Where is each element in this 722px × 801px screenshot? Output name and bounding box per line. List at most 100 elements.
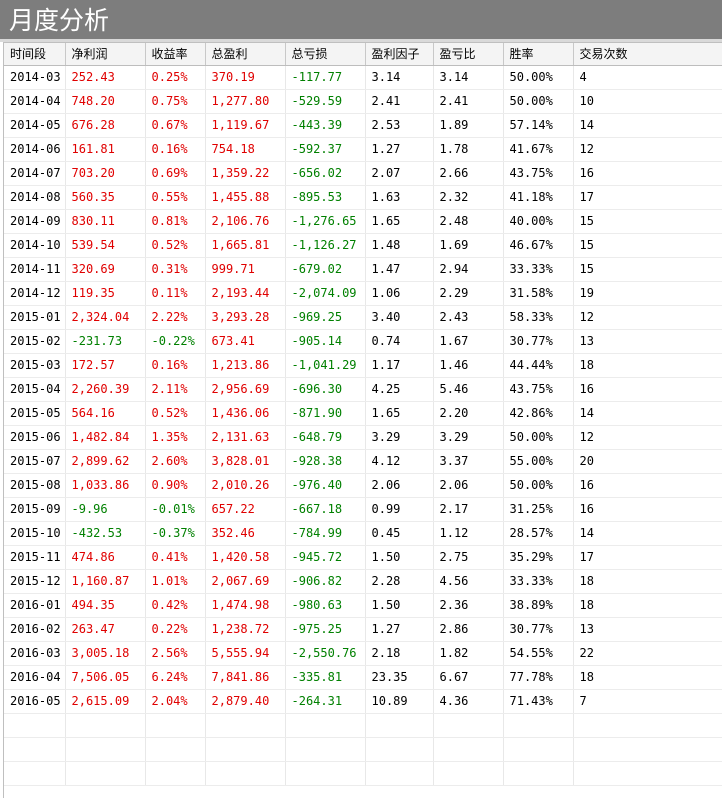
table-row[interactable]: 2015-06 1,482.84 1.35% 2,131.63 -648.79 3.29 3… [4,425,722,450]
table-row[interactable]: 2014-04 748.20 0.75% 1,277.80 -529.59 2.41 2.4… [4,89,722,114]
net-profit-cell: -432.53 [65,521,146,546]
empty-row [4,737,722,762]
empty-cell [433,713,504,738]
column-header-gross-loss[interactable]: 总亏损 [285,43,366,66]
return-rate-cell: 0.55% [145,185,206,210]
empty-cell [4,761,66,786]
table-row[interactable]: 2015-11 474.86 0.41% 1,420.58 -945.72 1.50 2.7… [4,545,722,570]
return-rate-cell: 0.81% [145,209,206,234]
table-row[interactable]: 2015-05 564.16 0.52% 1,436.06 -871.90 1.65 2.2… [4,401,722,426]
profit-factor-cell: 2.06 [365,473,434,498]
column-header-gross-profit[interactable]: 总盈利 [205,43,286,66]
win-loss-ratio-cell: 2.36 [433,593,504,618]
table-row[interactable]: 2014-03 252.43 0.25% 370.19 -117.77 3.14 3.14 5… [4,65,722,90]
empty-cell [503,761,574,786]
win-loss-ratio-cell: 3.37 [433,449,504,474]
table-row[interactable]: 2014-10 539.54 0.52% 1,665.81 -1,126.27 1.48 1… [4,233,722,258]
win-loss-ratio-cell: 2.43 [433,305,504,330]
table-row[interactable]: 2015-08 1,033.86 0.90% 2,010.26 -976.40 2.06 2… [4,473,722,498]
table-row[interactable]: 2016-02 263.47 0.22% 1,238.72 -975.25 1.27 2.8… [4,617,722,642]
trade-count-cell: 16 [573,497,722,522]
gross-profit-cell: 1,213.86 [205,353,286,378]
column-header-return-rate[interactable]: 收益率 [145,43,206,66]
table-row[interactable]: 2014-05 676.28 0.67% 1,119.67 -443.39 2.53 1.8… [4,113,722,138]
table-row[interactable]: 2015-10 -432.53 -0.37% 352.46 -784.99 0.45 1.1… [4,521,722,546]
return-rate-cell: -0.22% [145,329,206,354]
column-header-win-rate[interactable]: 胜率 [503,43,574,66]
gross-profit-cell: 673.41 [205,329,286,354]
win-loss-ratio-cell: 2.75 [433,545,504,570]
column-header-win-loss-ratio[interactable]: 盈亏比 [433,43,504,66]
monthly-analysis-grid[interactable]: 时间段 净利润 收益率 总盈利 总亏损 盈利因子 盈亏比 胜率 交易次数 201… [3,42,722,798]
monthly-analysis-table: 时间段 净利润 收益率 总盈利 总亏损 盈利因子 盈亏比 胜率 交易次数 201… [4,43,722,786]
period-cell: 2014-09 [4,209,66,234]
gross-loss-cell: -335.81 [285,665,366,690]
win-loss-ratio-cell: 2.94 [433,257,504,282]
table-row[interactable]: 2015-09 -9.96 -0.01% 657.22 -667.18 0.99 2.17 3… [4,497,722,522]
gross-profit-cell: 352.46 [205,521,286,546]
table-row[interactable]: 2015-04 2,260.39 2.11% 2,956.69 -696.30 4.25 5… [4,377,722,402]
trade-count-cell: 4 [573,65,722,90]
empty-cell [573,713,722,738]
table-row[interactable]: 2015-12 1,160.87 1.01% 2,067.69 -906.82 2.28 4… [4,569,722,594]
period-cell: 2015-02 [4,329,66,354]
table-row[interactable]: 2014-08 560.35 0.55% 1,455.88 -895.53 1.63 2.3… [4,185,722,210]
gross-loss-cell: -1,126.27 [285,233,366,258]
period-cell: 2016-01 [4,593,66,618]
gross-profit-cell: 1,238.72 [205,617,286,642]
net-profit-cell: 494.35 [65,593,146,618]
net-profit-cell: -231.73 [65,329,146,354]
table-row[interactable]: 2016-03 3,005.18 2.56% 5,555.94 -2,550.76 2.1… [4,641,722,666]
gross-profit-cell: 1,420.58 [205,545,286,570]
gross-loss-cell: -656.02 [285,161,366,186]
column-header-period[interactable]: 时间段 [4,43,66,66]
gross-loss-cell: -443.39 [285,113,366,138]
table-row[interactable]: 2014-11 320.69 0.31% 999.71 -679.02 1.47 2.94 3… [4,257,722,282]
profit-factor-cell: 1.50 [365,545,434,570]
win-rate-cell: 71.43% [503,689,574,714]
gross-loss-cell: -592.37 [285,137,366,162]
gross-loss-cell: -976.40 [285,473,366,498]
table-row[interactable]: 2015-01 2,324.04 2.22% 3,293.28 -969.25 3.40 2… [4,305,722,330]
win-loss-ratio-cell: 6.67 [433,665,504,690]
table-row[interactable]: 2016-04 7,506.05 6.24% 7,841.86 -335.81 23.35… [4,665,722,690]
gross-profit-cell: 2,106.76 [205,209,286,234]
table-row[interactable]: 2014-07 703.20 0.69% 1,359.22 -656.02 2.07 2.6… [4,161,722,186]
empty-cell [205,713,286,738]
gross-loss-cell: -975.25 [285,617,366,642]
table-row[interactable]: 2014-06 161.81 0.16% 754.18 -592.37 1.27 1.78 4… [4,137,722,162]
trade-count-cell: 14 [573,521,722,546]
profit-factor-cell: 2.18 [365,641,434,666]
table-row[interactable]: 2014-09 830.11 0.81% 2,106.76 -1,276.65 1.65 2… [4,209,722,234]
gross-profit-cell: 1,359.22 [205,161,286,186]
table-row[interactable]: 2016-05 2,615.09 2.04% 2,879.40 -264.31 10.89… [4,689,722,714]
period-cell: 2015-12 [4,569,66,594]
column-header-trade-count[interactable]: 交易次数 [573,43,722,66]
return-rate-cell: 0.16% [145,353,206,378]
profit-factor-cell: 2.41 [365,89,434,114]
gross-profit-cell: 657.22 [205,497,286,522]
table-row[interactable]: 2015-07 2,899.62 2.60% 3,828.01 -928.38 4.12 3… [4,449,722,474]
net-profit-cell: 320.69 [65,257,146,282]
table-row[interactable]: 2015-02 -231.73 -0.22% 673.41 -905.14 0.74 1.6… [4,329,722,354]
net-profit-cell: 539.54 [65,233,146,258]
trade-count-cell: 18 [573,665,722,690]
trade-count-cell: 14 [573,401,722,426]
return-rate-cell: 1.35% [145,425,206,450]
return-rate-cell: 0.16% [145,137,206,162]
return-rate-cell: 0.22% [145,617,206,642]
table-row[interactable]: 2015-03 172.57 0.16% 1,213.86 -1,041.29 1.17 1… [4,353,722,378]
trade-count-cell: 18 [573,353,722,378]
empty-cell [433,737,504,762]
trade-count-cell: 10 [573,89,722,114]
gross-loss-cell: -667.18 [285,497,366,522]
win-rate-cell: 31.25% [503,497,574,522]
table-row[interactable]: 2014-12 119.35 0.11% 2,193.44 -2,074.09 1.06 2… [4,281,722,306]
profit-factor-cell: 0.74 [365,329,434,354]
period-cell: 2015-03 [4,353,66,378]
column-header-net-profit[interactable]: 净利润 [65,43,146,66]
column-header-profit-factor[interactable]: 盈利因子 [365,43,434,66]
return-rate-cell: 2.11% [145,377,206,402]
net-profit-cell: 564.16 [65,401,146,426]
table-row[interactable]: 2016-01 494.35 0.42% 1,474.98 -980.63 1.50 2.3… [4,593,722,618]
